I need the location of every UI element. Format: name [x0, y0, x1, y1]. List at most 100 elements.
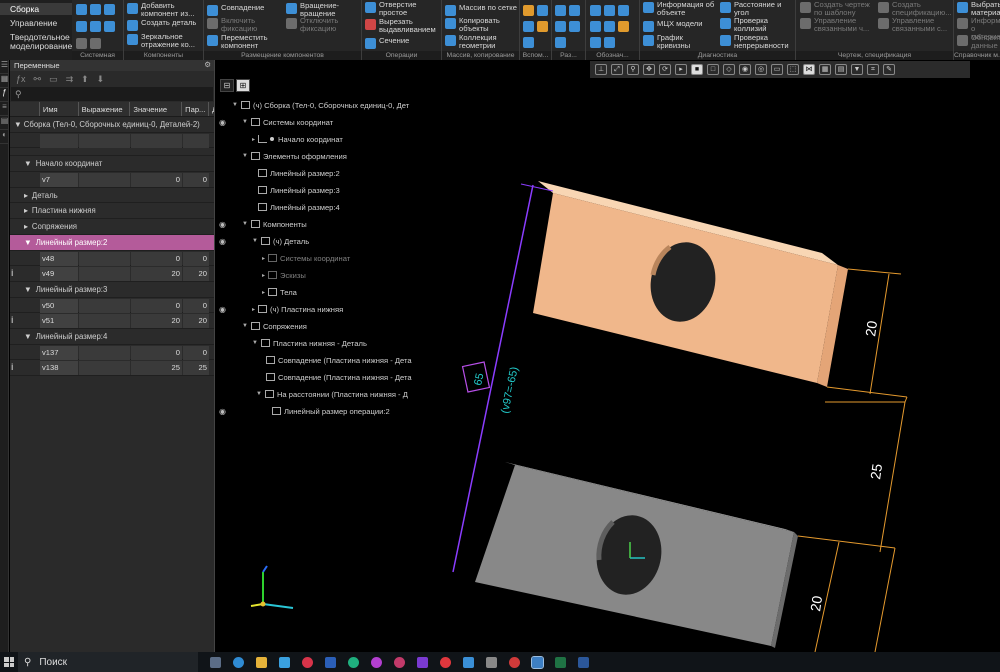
- tree-item[interactable]: ▸ (ч) Пластина нижняя: [252, 301, 343, 317]
- variables-search[interactable]: ⚲: [11, 87, 213, 101]
- layers-panel-icon[interactable]: ≡: [0, 102, 9, 116]
- mode-management[interactable]: Управление: [0, 19, 72, 29]
- radius-dimension-button[interactable]: [555, 20, 580, 32]
- tree-item[interactable]: ▸ Системы координат: [262, 250, 350, 266]
- mode-solid-modeling[interactable]: Твердотельное моделирование: [0, 33, 72, 53]
- designation-button[interactable]: [590, 4, 629, 16]
- task-view-icon[interactable]: [210, 656, 221, 668]
- col-value[interactable]: Значение: [130, 102, 183, 116]
- sketch-panel-icon[interactable]: ◐: [0, 130, 9, 144]
- eye-icon[interactable]: ◉: [219, 220, 226, 229]
- windows-start-icon[interactable]: [4, 657, 14, 667]
- new-file-button[interactable]: [76, 3, 115, 15]
- mirror-component-button[interactable]: Зеркальное отражение ко...: [127, 33, 203, 49]
- group-row-part[interactable]: ▸ Деталь: [10, 187, 214, 204]
- group-row-mates[interactable]: ▸ Сопряжения: [10, 219, 214, 235]
- eye-icon[interactable]: ◉: [219, 407, 226, 416]
- inclined-dimension-label[interactable]: (v97=-65): [499, 366, 521, 415]
- enable-fix-button[interactable]: Включить фиксацию: [207, 17, 269, 33]
- table-row[interactable]: v48 0 0: [10, 250, 214, 267]
- move-component-button[interactable]: Переместить компонент: [207, 34, 273, 50]
- chat-icon[interactable]: [348, 656, 359, 668]
- dimension-label-middle[interactable]: 25: [867, 463, 885, 481]
- mass-properties-button[interactable]: МЦХ модели: [643, 20, 702, 32]
- section-button[interactable]: Сечение: [365, 37, 409, 49]
- gear-icon[interactable]: ⚙: [204, 60, 211, 69]
- tree-item[interactable]: ▼ (ч) Сборка (Тел-0, Сборочных единиц-0, …: [232, 97, 409, 113]
- tree-item[interactable]: ▸ Тела: [262, 284, 297, 300]
- properties-panel-icon[interactable]: ▦: [0, 74, 9, 88]
- aux-plane-button[interactable]: [523, 4, 548, 16]
- manage-linked-specs-button[interactable]: Управление связанными с...: [878, 17, 954, 33]
- select-material-button[interactable]: Выбрать материал: [957, 1, 1000, 17]
- list-panel-icon[interactable]: ▤: [0, 116, 9, 130]
- app-2-icon[interactable]: [394, 656, 405, 668]
- app-5-icon[interactable]: [509, 656, 520, 668]
- excel-icon[interactable]: [555, 656, 566, 668]
- undo-button[interactable]: [76, 37, 101, 49]
- tree-item[interactable]: ▸ Начало координат: [252, 131, 343, 147]
- link-icon[interactable]: ⚯: [34, 74, 42, 85]
- copy-button[interactable]: [76, 20, 115, 32]
- kompas-icon[interactable]: [531, 655, 544, 669]
- table-row[interactable]: i v49 20 20: [10, 266, 214, 282]
- coincidence-button[interactable]: Совпадение: [207, 4, 264, 16]
- object-info-button[interactable]: Информация об объекте: [643, 1, 717, 17]
- group-row-origin[interactable]: ▼ Начало координат: [10, 156, 214, 173]
- word-icon[interactable]: [578, 656, 589, 668]
- group-row-linear-dim-3[interactable]: ▼ Линейный размер:3: [10, 281, 214, 298]
- linear-dimension-button[interactable]: [555, 36, 566, 48]
- tree-panel-icon[interactable]: ☰: [0, 60, 9, 74]
- tree-item[interactable]: Совпадение (Пластина нижняя - Дета: [266, 369, 412, 385]
- col-name[interactable]: Имя: [40, 102, 79, 116]
- hole-button[interactable]: Отверстие простое: [365, 1, 425, 17]
- curvature-graph-button[interactable]: График кривизны: [643, 34, 709, 50]
- copy-objects-button[interactable]: Копировать объекты: [445, 17, 511, 33]
- manage-linked-drawings-button[interactable]: Управление связанными ч...: [800, 17, 876, 33]
- yandex-icon[interactable]: [302, 656, 313, 668]
- table-row[interactable]: i v51 20 20: [10, 313, 214, 329]
- table-row[interactable]: i v138 25 25: [10, 360, 214, 376]
- group-row-lower-plate[interactable]: ▸ Пластина нижняя: [10, 203, 214, 220]
- explorer-icon[interactable]: [256, 656, 267, 668]
- add-component-button[interactable]: Добавить компонент из...: [127, 2, 203, 18]
- tree-item[interactable]: ▼ Системы координат: [242, 114, 333, 130]
- app-icon[interactable]: [371, 656, 382, 668]
- tree-item[interactable]: ▼ Компоненты: [242, 216, 307, 232]
- grid-pattern-button[interactable]: Массив по сетке: [445, 4, 517, 16]
- boxed-value[interactable]: 65: [472, 372, 486, 386]
- col-expression[interactable]: Выражение: [79, 102, 131, 116]
- tree-item[interactable]: ▼ Элементы оформления: [242, 148, 347, 164]
- col-d[interactable]: Д: [209, 102, 214, 116]
- create-drawing-button[interactable]: Создать чертеж по шаблону: [800, 1, 874, 17]
- yandex-browser-icon[interactable]: [440, 656, 451, 668]
- group-row-linear-dim-2[interactable]: ▼ Линейный размер:2: [10, 234, 214, 251]
- mode-assembly[interactable]: Сборка: [0, 3, 72, 15]
- tree-item[interactable]: Линейный размер:2: [258, 165, 340, 181]
- dimension-label-bottom[interactable]: 20: [807, 595, 825, 613]
- collision-check-button[interactable]: Проверка коллизий: [720, 17, 786, 33]
- extrude-cut-button[interactable]: Вырезать выдавливанием: [365, 18, 441, 34]
- table-icon[interactable]: ▭: [49, 74, 58, 85]
- teams-icon[interactable]: [325, 656, 336, 668]
- eye-icon[interactable]: ◉: [219, 237, 226, 246]
- part-lower-plate[interactable]: [475, 462, 798, 648]
- eye-icon[interactable]: ◉: [219, 305, 226, 314]
- create-specification-button[interactable]: Создать спецификацию...: [878, 1, 952, 17]
- designation-button-3[interactable]: [590, 36, 615, 48]
- move-down-icon[interactable]: ⬇: [97, 74, 105, 85]
- tree-item[interactable]: ▼ На расстоянии (Пластина нижняя - Д: [256, 386, 408, 402]
- taskbar-search[interactable]: ⚲ Поиск: [18, 652, 198, 672]
- app-4-icon[interactable]: [486, 656, 497, 668]
- continuity-check-button[interactable]: Проверка непрерывности: [720, 34, 794, 50]
- dimension-button[interactable]: [555, 4, 580, 16]
- designation-button-2[interactable]: [590, 20, 629, 32]
- table-row[interactable]: v137 0 0: [10, 344, 214, 361]
- move-up-icon[interactable]: ⬆: [81, 74, 89, 85]
- tree-item[interactable]: ▼ Пластина нижняя - Деталь: [252, 335, 367, 351]
- part-detail[interactable]: [533, 181, 848, 387]
- aux-cs-button[interactable]: [523, 36, 534, 48]
- table-row[interactable]: v50 0 0: [10, 297, 214, 314]
- edge-icon[interactable]: [233, 656, 244, 668]
- eye-icon[interactable]: ◉: [219, 118, 226, 127]
